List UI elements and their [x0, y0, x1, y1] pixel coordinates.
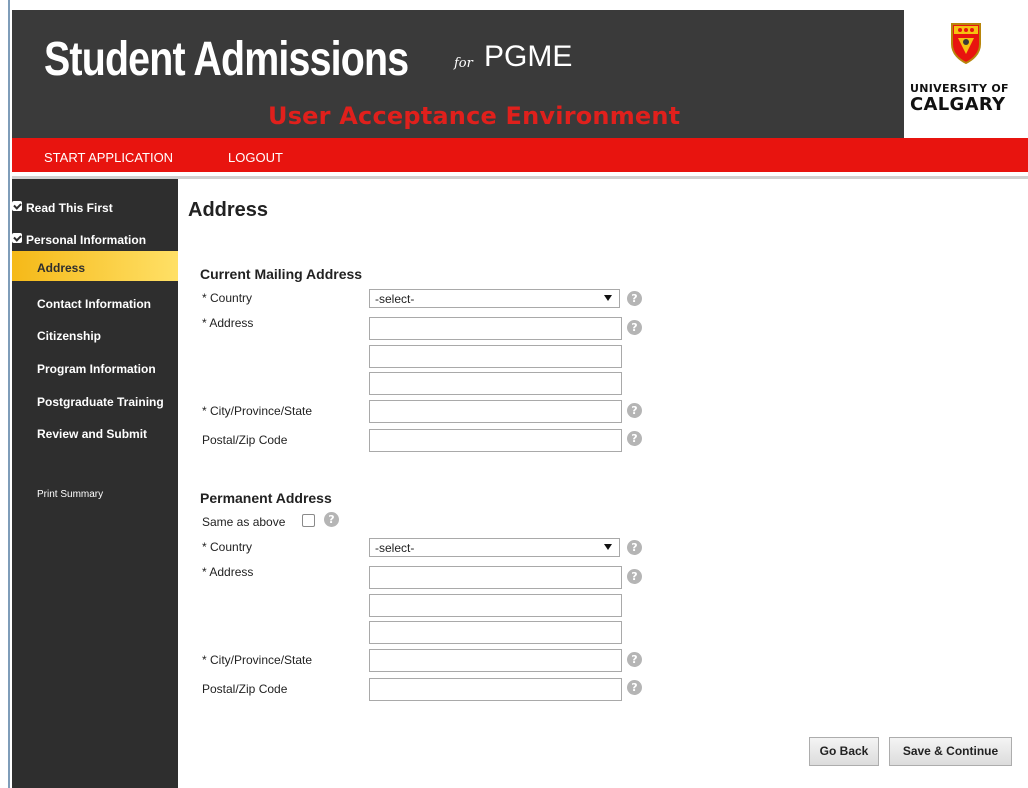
sidebar-item-review-and-submit[interactable]: Review and Submit — [12, 417, 178, 447]
sidebar-item-contact-information[interactable]: Contact Information — [12, 287, 178, 317]
logout-link[interactable]: LOGOUT — [228, 150, 283, 165]
checked-icon — [12, 201, 22, 211]
sidebar-item-label: Personal Information — [26, 233, 147, 247]
help-icon[interactable]: ? — [627, 680, 642, 695]
current-address-line1-input[interactable] — [369, 317, 622, 340]
university-logo[interactable]: UNIVERSITY OF CALGARY — [904, 10, 1028, 138]
app-program: PGME — [484, 40, 573, 73]
current-postal-label: Postal/Zip Code — [202, 433, 288, 447]
app-title: Student Admissions — [44, 33, 409, 86]
permanent-city-label: * City/Province/State — [202, 653, 313, 667]
sidebar-item-read-this-first[interactable]: Read This First — [12, 191, 178, 221]
same-as-above-label: Same as above — [202, 515, 286, 529]
permanent-address-line3-input[interactable] — [369, 621, 622, 644]
sidebar-item-label: Review and Submit — [37, 427, 148, 441]
sidebar-item-postgraduate-training[interactable]: Postgraduate Training — [12, 385, 178, 415]
current-country-value: -select- — [375, 292, 415, 306]
current-address-heading: Current Mailing Address — [200, 266, 363, 282]
dropdown-arrow-icon — [604, 295, 612, 301]
site-header: Student Admissions for PGME User Accepta… — [12, 10, 1028, 138]
permanent-address-line1-input[interactable] — [369, 566, 622, 589]
sidebar-item-label: Contact Information — [37, 297, 151, 311]
help-icon[interactable]: ? — [627, 540, 642, 555]
save-continue-button[interactable]: Save & Continue — [889, 737, 1012, 766]
permanent-city-input[interactable] — [369, 649, 622, 672]
start-application-link[interactable]: START APPLICATION — [44, 150, 173, 165]
permanent-postal-input[interactable] — [369, 678, 622, 701]
window-left-edge — [0, 0, 10, 788]
help-icon[interactable]: ? — [324, 512, 339, 527]
print-summary-link[interactable]: Print Summary — [37, 489, 103, 500]
current-city-input[interactable] — [369, 400, 622, 423]
sidebar-item-citizenship[interactable]: Citizenship — [12, 319, 178, 349]
current-address-line2-input[interactable] — [369, 345, 622, 368]
current-country-select[interactable]: -select- — [369, 289, 620, 308]
sidebar-item-personal-information[interactable]: Personal Information — [12, 223, 178, 253]
current-address-line3-input[interactable] — [369, 372, 622, 395]
help-icon[interactable]: ? — [627, 431, 642, 446]
checked-icon — [12, 233, 22, 243]
permanent-country-value: -select- — [375, 541, 415, 555]
environment-label: User Acceptance Environment — [268, 102, 681, 130]
crest-icon — [951, 23, 981, 64]
sidebar-item-label: Citizenship — [37, 329, 102, 343]
permanent-address-heading: Permanent Address — [200, 490, 332, 506]
permanent-country-select[interactable]: -select- — [369, 538, 620, 557]
app-title-for: for — [454, 56, 473, 71]
sidebar-item-address[interactable]: Address — [12, 251, 188, 281]
logo-text-line2: CALGARY — [910, 94, 1006, 115]
sidebar-item-label: Read This First — [26, 201, 113, 215]
help-icon[interactable]: ? — [627, 569, 642, 584]
permanent-country-label: * Country — [202, 540, 253, 554]
top-navbar: START APPLICATION LOGOUT — [12, 138, 1028, 176]
permanent-address-line2-input[interactable] — [369, 594, 622, 617]
current-city-label: * City/Province/State — [202, 404, 313, 418]
sidebar: Read This First Personal Information Add… — [12, 179, 188, 788]
sidebar-item-program-information[interactable]: Program Information — [12, 352, 178, 382]
go-back-button[interactable]: Go Back — [809, 737, 879, 766]
sidebar-item-label: Postgraduate Training — [37, 395, 164, 409]
permanent-postal-label: Postal/Zip Code — [202, 682, 288, 696]
same-as-above-checkbox[interactable] — [302, 514, 315, 527]
current-country-label: * Country — [202, 291, 253, 305]
dropdown-arrow-icon — [604, 544, 612, 550]
sidebar-item-label: Address — [37, 261, 86, 275]
current-postal-input[interactable] — [369, 429, 622, 452]
help-icon[interactable]: ? — [627, 291, 642, 306]
current-address-label: * Address — [202, 316, 254, 330]
permanent-address-label: * Address — [202, 565, 254, 579]
page-title: Address — [188, 199, 269, 221]
help-icon[interactable]: ? — [627, 403, 642, 418]
help-icon[interactable]: ? — [627, 320, 642, 335]
sidebar-item-label: Program Information — [37, 362, 156, 376]
help-icon[interactable]: ? — [627, 652, 642, 667]
